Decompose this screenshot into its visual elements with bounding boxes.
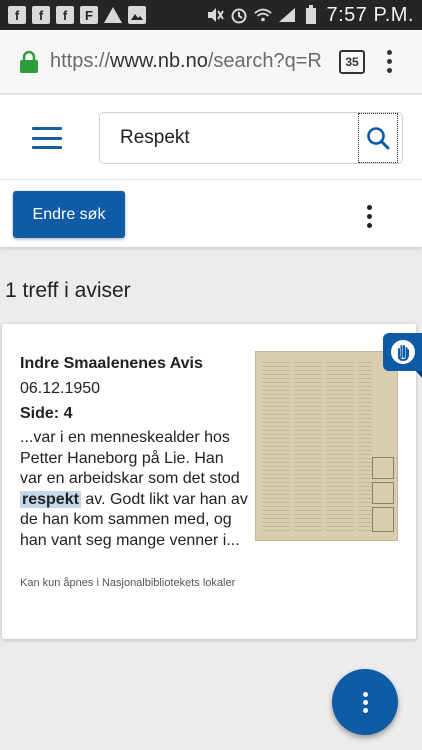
menu-dot-icon bbox=[367, 223, 372, 228]
snippet-text: ...var i en menneskealder hos Petter Han… bbox=[20, 429, 240, 487]
result-snippet: ...var i en menneskealder hos Petter Han… bbox=[20, 428, 250, 551]
notification-icons: f f f F bbox=[8, 6, 146, 24]
menu-dot-icon bbox=[387, 59, 392, 64]
result-card[interactable]: Indre Smaalenenes Avis 06.12.1950 Side: … bbox=[2, 324, 416, 639]
warning-icon bbox=[104, 7, 122, 23]
search-input[interactable] bbox=[100, 113, 358, 163]
access-note: Kan kun åpnes i Nasjonalbibliotekets lok… bbox=[20, 577, 236, 589]
signal-icon bbox=[278, 6, 296, 24]
battery-icon bbox=[302, 5, 320, 24]
url-host: www.nb.no bbox=[110, 50, 208, 72]
edit-search-button[interactable]: Endre søk bbox=[13, 191, 125, 238]
hamburger-menu-icon[interactable] bbox=[32, 127, 62, 149]
status-bar: f f f F 7:57 P.M. bbox=[0, 0, 422, 30]
flipboard-icon: F bbox=[80, 6, 98, 24]
more-options-button[interactable] bbox=[367, 205, 372, 228]
alarm-icon bbox=[230, 6, 248, 24]
address-bar[interactable]: https://www.nb.no/search?q=R bbox=[50, 50, 325, 73]
newspaper-title[interactable]: Indre Smaalenenes Avis bbox=[20, 355, 203, 373]
mute-icon bbox=[206, 6, 225, 24]
results-toolbar: Endre søk bbox=[0, 179, 422, 247]
menu-dot-icon bbox=[387, 68, 392, 73]
menu-dot-icon bbox=[362, 691, 368, 697]
menu-dot-icon bbox=[367, 214, 372, 219]
restricted-access-badge[interactable] bbox=[383, 333, 422, 378]
facebook-icon: f bbox=[32, 6, 50, 24]
url-path: /search?q=R bbox=[207, 50, 322, 72]
tab-switcher-button[interactable]: 35 bbox=[339, 49, 365, 74]
search-button[interactable] bbox=[358, 113, 398, 163]
search-box bbox=[99, 112, 403, 164]
facebook-icon: f bbox=[8, 6, 26, 24]
search-icon bbox=[367, 127, 390, 150]
snippet-highlight: respekt bbox=[20, 490, 81, 508]
wifi-icon bbox=[254, 6, 273, 24]
hand-icon bbox=[390, 340, 415, 364]
publication-date: 06.12.1950 bbox=[20, 380, 101, 397]
menu-dot-icon bbox=[387, 50, 392, 55]
facebook-icon: f bbox=[56, 6, 74, 24]
clock: 7:57 P.M. bbox=[326, 3, 414, 26]
newspaper-thumbnail[interactable] bbox=[255, 351, 398, 541]
menu-dot-icon bbox=[362, 699, 368, 705]
floating-menu-button[interactable] bbox=[332, 669, 398, 735]
system-icons: 7:57 P.M. bbox=[206, 4, 414, 27]
page-number: Side: 4 bbox=[20, 405, 73, 422]
lock-icon bbox=[20, 50, 38, 73]
menu-dot-icon bbox=[362, 707, 368, 713]
menu-dot-icon bbox=[367, 205, 372, 210]
browser-menu-button[interactable] bbox=[387, 50, 392, 73]
site-header bbox=[0, 95, 422, 179]
url-scheme: https:// bbox=[50, 50, 111, 72]
result-count: 1 treff i aviser bbox=[5, 279, 131, 302]
browser-toolbar: https://www.nb.no/search?q=R 35 bbox=[0, 30, 422, 94]
image-icon bbox=[128, 6, 146, 24]
